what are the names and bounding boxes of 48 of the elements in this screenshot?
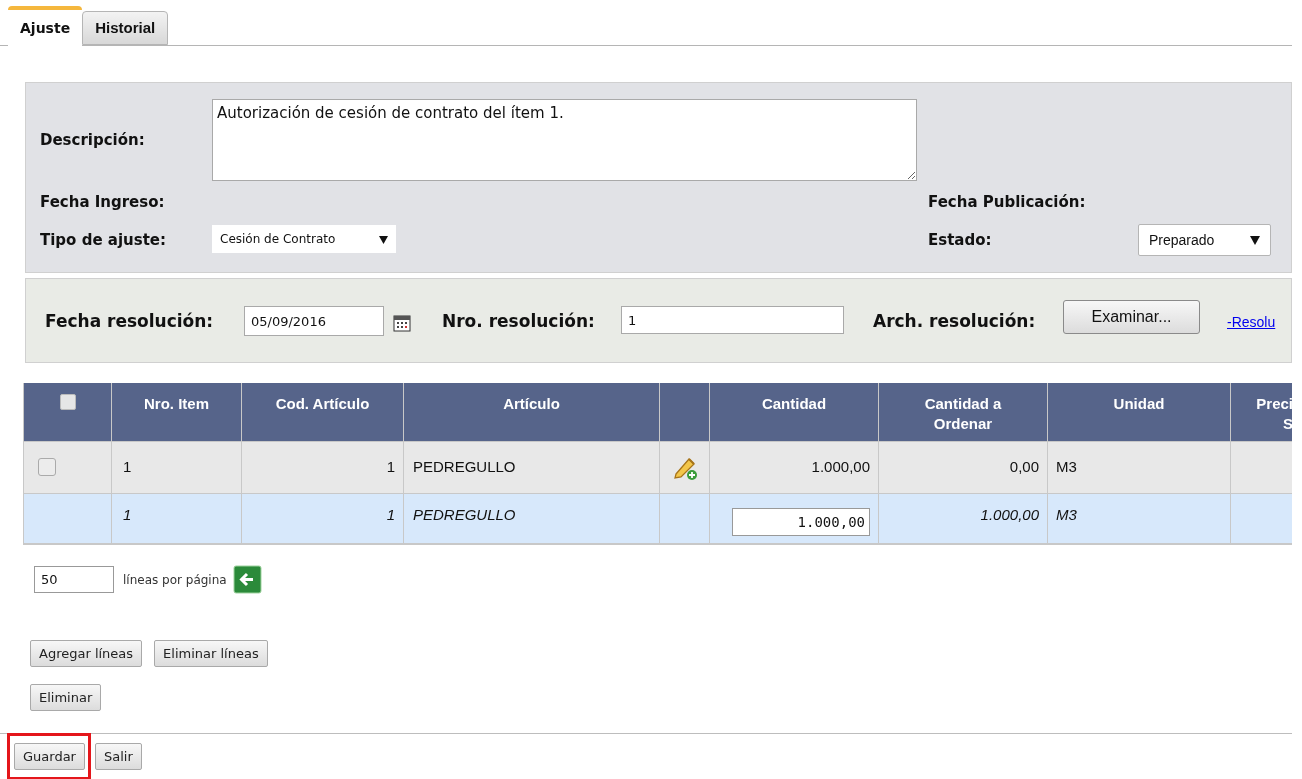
description-field[interactable]: Autorización de cesión de contrato del ítem 1. — [212, 99, 917, 181]
delete-button[interactable]: Eliminar — [30, 684, 102, 711]
select-all-checkbox[interactable] — [59, 394, 76, 410]
column-header: Preci S — [1255, 394, 1293, 434]
field-label: Fecha Publicación: — [928, 192, 1086, 213]
adjustment-type-dropdown[interactable]: Cesión de Contrato — [212, 225, 396, 253]
table-cell-text: M3 — [1056, 505, 1077, 526]
table-cell-text: PEDREGULLO — [413, 457, 516, 478]
browse-button[interactable]: Examinar... — [1063, 300, 1200, 334]
field-label: Fecha Ingreso: — [40, 192, 165, 213]
date-field[interactable]: 05/09/2016 — [244, 306, 384, 336]
lines-per-page-label: líneas por página — [123, 571, 227, 589]
table-cell-text: M3 — [1056, 457, 1077, 478]
footer-button[interactable]: Guardar — [14, 743, 85, 770]
table-cell-text: 1 — [123, 457, 132, 478]
table-cell-text: 1 — [386, 457, 395, 478]
field-label: Fecha resolución: — [45, 310, 214, 333]
column-header: Cantidad — [761, 394, 827, 414]
column-header: Nro. Item — [144, 394, 209, 414]
dropdown-arrow-icon — [379, 234, 388, 244]
quantity-field[interactable]: 1.000,00 — [732, 507, 870, 536]
field-label: Estado: — [928, 230, 992, 251]
field-label: Arch. resolución: — [873, 310, 1036, 333]
action-button[interactable]: Eliminar líneas — [154, 640, 268, 667]
calendar-icon[interactable] — [393, 314, 411, 332]
status-dropdown[interactable]: Preparado — [1138, 224, 1271, 256]
footer-button[interactable]: Salir — [94, 743, 142, 770]
table-cell-text: 1 — [386, 505, 395, 526]
column-header: Cod. Artículo — [275, 394, 370, 414]
resolution-link[interactable]: -Resolu — [1227, 312, 1276, 333]
row-checkbox[interactable] — [38, 458, 56, 476]
table-cell-text: 1.000,00 — [980, 505, 1039, 526]
action-button[interactable]: Agregar líneas — [30, 640, 143, 667]
tab[interactable]: Ajuste — [8, 6, 83, 46]
table-cell-text: PEDREGULLO — [413, 505, 516, 526]
field-label: Tipo de ajuste: — [40, 230, 166, 251]
column-header: Cantidad a Ordenar — [923, 394, 1003, 434]
field-label: Descripción: — [40, 130, 145, 151]
lines-per-page-field[interactable]: 50 — [34, 566, 114, 593]
tab[interactable]: Historial — [82, 11, 169, 45]
table-cell-text: 0,00 — [1009, 457, 1039, 478]
column-header: Artículo — [503, 394, 560, 414]
resolution-number-field[interactable]: 1 — [621, 306, 844, 334]
table-cell-text: 1.000,00 — [811, 457, 870, 478]
dropdown-arrow-icon — [1250, 235, 1260, 245]
column-header: Unidad — [1113, 394, 1165, 414]
table-cell-text: 1 — [123, 505, 132, 526]
field-label: Nro. resolución: — [442, 310, 595, 333]
